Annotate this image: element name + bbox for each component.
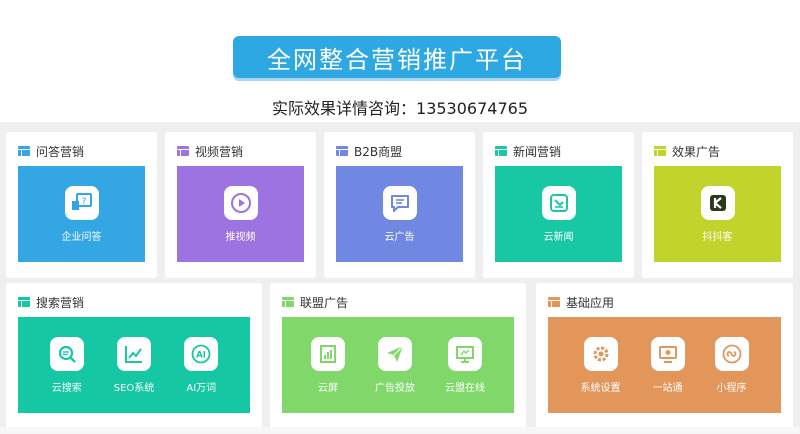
- service-label: 企业问答: [61, 231, 102, 243]
- card-tile[interactable]: 云广告: [336, 166, 463, 262]
- service-item-cloud-search[interactable]: 云搜索: [49, 336, 84, 394]
- window-icon: [654, 146, 666, 156]
- card-header: 问答营销: [18, 142, 84, 160]
- service-item-ad-placement[interactable]: 广告投放: [375, 336, 415, 394]
- service-label: 小程序: [716, 382, 747, 394]
- card-tile[interactable]: ? 企业问答: [18, 166, 145, 262]
- card-header: 视频营销: [177, 142, 243, 160]
- service-label: 抖抖客: [702, 231, 733, 243]
- service-label: 推视频: [225, 231, 256, 243]
- card-header: B2B商盟: [336, 142, 402, 160]
- card-title: B2B商盟: [354, 144, 403, 159]
- card-tile[interactable]: 云新闻: [495, 166, 622, 262]
- contact-prefix: 实际效果详情咨询：: [272, 99, 417, 118]
- gear-icon: [583, 336, 618, 371]
- service-item-video[interactable]: 推视频: [223, 185, 258, 243]
- service-label: 云新闻: [543, 231, 574, 243]
- card-title: 效果广告: [672, 144, 721, 159]
- card-tile: 云屏 广告投放 云盟在线: [282, 317, 514, 413]
- window-icon: [495, 146, 507, 156]
- page-title-banner: 全网整合营销推广平台: [233, 36, 561, 78]
- services-panel: 问答营销 ? 企业问答 视频营销 推视频 B2B商盟 云广告 新闻营销 云新闻 …: [0, 122, 800, 434]
- contact-phone[interactable]: 13530674765: [416, 99, 528, 118]
- ai-icon: AI: [184, 336, 219, 371]
- service-label: 广告投放: [375, 382, 415, 394]
- service-item-ai-words[interactable]: AI AI万词: [184, 336, 219, 394]
- window-icon: [18, 146, 30, 156]
- service-label: AI万词: [186, 382, 217, 394]
- line-chart-icon: [116, 336, 151, 371]
- service-item-doudouke[interactable]: 抖抖客: [700, 185, 735, 243]
- card-qa-marketing: 问答营销 ? 企业问答: [6, 132, 157, 278]
- service-label: 系统设置: [580, 382, 621, 394]
- card-basic-apps: 基础应用 系统设置 一站通 小程序: [536, 283, 793, 429]
- chat-bubble-icon: [382, 185, 417, 220]
- contact-line: 实际效果详情咨询：13530674765: [0, 95, 800, 119]
- service-item-one-stop[interactable]: 一站通: [650, 336, 685, 394]
- card-video-marketing: 视频营销 推视频: [165, 132, 316, 278]
- footer-strip: [0, 427, 800, 434]
- service-item-cloud-screen[interactable]: 云屏: [311, 336, 345, 394]
- card-title: 问答营销: [36, 144, 85, 159]
- service-item-seo[interactable]: SEO系统: [113, 336, 155, 394]
- card-title: 联盟广告: [300, 295, 349, 310]
- play-icon: [223, 185, 258, 220]
- card-news-marketing: 新闻营销 云新闻: [483, 132, 634, 278]
- service-item-cloud-news[interactable]: 云新闻: [541, 185, 576, 243]
- service-label: 一站通: [652, 382, 683, 394]
- card-effect-ads: 效果广告 抖抖客: [642, 132, 793, 278]
- card-header: 搜索营销: [18, 293, 84, 311]
- monitor-icon: [448, 336, 482, 371]
- window-icon: [336, 146, 348, 156]
- svg-text:AI: AI: [196, 350, 206, 360]
- card-tile[interactable]: 推视频: [177, 166, 304, 262]
- card-header: 基础应用: [548, 293, 614, 311]
- card-b2b-alliance: B2B商盟 云广告: [324, 132, 475, 278]
- service-item-union-online[interactable]: 云盟在线: [445, 336, 485, 394]
- card-tile: 系统设置 一站通 小程序: [548, 317, 781, 413]
- display-icon: [650, 336, 685, 371]
- bar-screen-icon: [311, 336, 345, 371]
- service-item-system-settings[interactable]: 系统设置: [580, 336, 621, 394]
- card-header: 联盟广告: [282, 293, 348, 311]
- paper-plane-icon: [378, 336, 412, 371]
- qa-board-icon: ?: [64, 185, 99, 220]
- card-search-marketing: 搜索营销 云搜索 SEO系统 AI AI万词: [6, 283, 262, 429]
- card-tile: 云搜索 SEO系统 AI AI万词: [18, 317, 250, 413]
- card-union-ads: 联盟广告 云屏 广告投放 云盟在线: [270, 283, 526, 429]
- service-label: 云广告: [384, 231, 415, 243]
- card-title: 基础应用: [566, 295, 615, 310]
- card-header: 新闻营销: [495, 142, 561, 160]
- news-icon: [541, 185, 576, 220]
- window-icon: [177, 146, 189, 156]
- search-icon: [49, 336, 84, 371]
- svg-text:?: ?: [81, 197, 86, 207]
- service-label: 云盟在线: [445, 382, 485, 394]
- mini-program-icon: [714, 336, 749, 371]
- service-label: SEO系统: [113, 382, 155, 394]
- card-title: 搜索营销: [36, 295, 85, 310]
- window-icon: [548, 297, 560, 307]
- card-title: 视频营销: [195, 144, 244, 159]
- service-item-qa[interactable]: ? 企业问答: [61, 185, 102, 243]
- window-icon: [18, 297, 30, 307]
- service-label: 云搜索: [51, 382, 82, 394]
- card-title: 新闻营销: [513, 144, 562, 159]
- card-header: 效果广告: [654, 142, 720, 160]
- service-label: 云屏: [318, 382, 338, 394]
- service-item-cloud-ad[interactable]: 云广告: [382, 185, 417, 243]
- k-logo-icon: [700, 185, 735, 220]
- service-item-mini-program[interactable]: 小程序: [714, 336, 749, 394]
- window-icon: [282, 297, 294, 307]
- card-tile[interactable]: 抖抖客: [654, 166, 781, 262]
- page-title: 全网整合营销推广平台: [267, 45, 527, 74]
